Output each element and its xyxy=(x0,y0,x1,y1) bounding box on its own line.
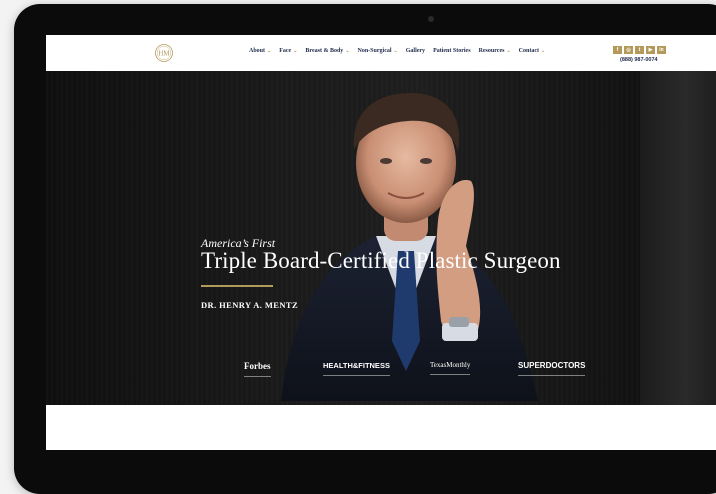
twitter-icon[interactable]: t xyxy=(635,46,644,54)
headline-divider xyxy=(201,285,273,287)
linkedin-icon[interactable]: in xyxy=(657,46,666,54)
menu-non-surgical[interactable]: Non-Surgical ⌄ xyxy=(358,48,398,54)
chevron-down-icon: ⌄ xyxy=(506,49,511,54)
chevron-down-icon: ⌄ xyxy=(393,49,398,54)
menu-patient-stories[interactable]: Patient Stories xyxy=(433,48,471,54)
camera-icon xyxy=(428,16,434,22)
youtube-icon[interactable]: ▶ xyxy=(646,46,655,54)
press-logo-texas-monthly[interactable]: TexasMonthly xyxy=(430,361,471,375)
menu-breast-body[interactable]: Breast & Body ⌄ xyxy=(305,48,349,54)
press-logo-health-fitness[interactable]: HEALTH&FITNESS xyxy=(323,361,390,376)
menu-face[interactable]: Face ⌄ xyxy=(279,48,297,54)
menu-gallery[interactable]: Gallery xyxy=(406,48,425,54)
social-links: f ◎ t ▶ in xyxy=(613,46,666,54)
content-strip xyxy=(46,405,716,450)
chevron-down-icon: ⌄ xyxy=(267,49,272,54)
main-menu: About ⌄ Face ⌄ Breast & Body ⌄ Non-Surgical… xyxy=(249,48,553,54)
website-screen: HM About ⌄ Face ⌄ Breast & Body ⌄ Non-Surgi… xyxy=(46,35,716,450)
menu-contact[interactable]: Contact ⌄ xyxy=(519,48,546,54)
instagram-icon[interactable]: ◎ xyxy=(624,46,633,54)
hero-banner: America’s First Triple Board-Certified P… xyxy=(46,71,716,405)
logo-monogram: HM xyxy=(158,50,170,58)
doctor-name: DR. HENRY A. MENTZ xyxy=(201,300,299,310)
surgeon-portrait xyxy=(281,93,538,401)
menu-about[interactable]: About ⌄ xyxy=(249,48,271,54)
top-navigation: HM About ⌄ Face ⌄ Breast & Body ⌄ Non-Surgi… xyxy=(46,35,716,71)
press-logo-forbes[interactable]: Forbes xyxy=(244,361,271,377)
chevron-down-icon: ⌄ xyxy=(345,49,350,54)
hero-headline: Triple Board-Certified Plastic Surgeon xyxy=(201,248,561,273)
facebook-icon[interactable]: f xyxy=(613,46,622,54)
logo-icon[interactable]: HM xyxy=(154,43,174,63)
press-logo-superdoctors[interactable]: SUPERDOCTORS xyxy=(518,361,586,376)
phone-number[interactable]: (888) 987-0074 xyxy=(620,57,658,63)
chevron-down-icon: ⌄ xyxy=(293,49,298,54)
menu-resources[interactable]: Resources ⌄ xyxy=(479,48,511,54)
chevron-down-icon: ⌄ xyxy=(541,49,546,54)
